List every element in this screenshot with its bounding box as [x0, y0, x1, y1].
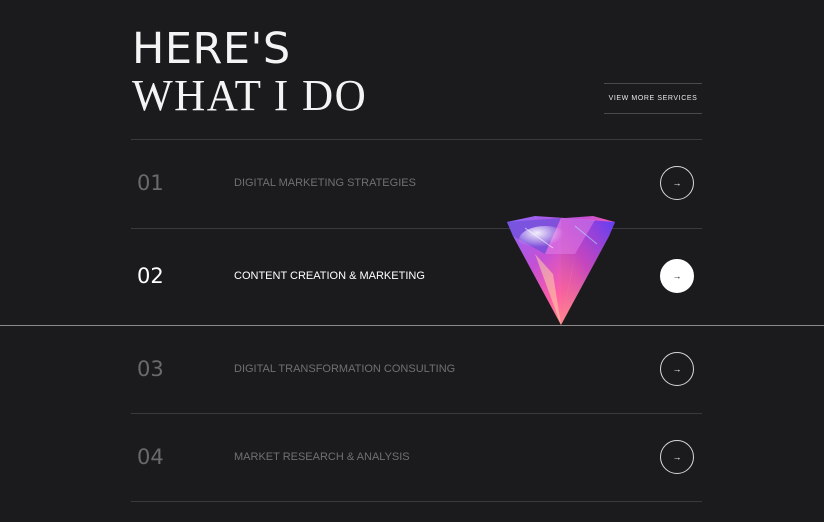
service-number: 02: [137, 264, 164, 288]
arrow-right-icon[interactable]: →: [660, 259, 694, 293]
service-label: MARKET RESEARCH & ANALYSIS: [234, 451, 410, 463]
divider: [131, 501, 702, 502]
service-label: DIGITAL MARKETING STRATEGIES: [234, 177, 416, 189]
service-row-3[interactable]: 03 DIGITAL TRANSFORMATION CONSULTING →: [131, 349, 702, 389]
divider: [131, 413, 702, 414]
section-heading: HERE'S WHAT I DO: [132, 26, 372, 120]
service-number: 04: [137, 445, 164, 469]
crystal-image: [507, 216, 615, 325]
arrow-right-icon[interactable]: →: [660, 440, 694, 474]
service-label: DIGITAL TRANSFORMATION CONSULTING: [234, 363, 456, 375]
service-row-4[interactable]: 04 MARKET RESEARCH & ANALYSIS →: [131, 437, 702, 477]
hover-line: [0, 325, 824, 326]
heading-line-1: HERE'S: [132, 24, 291, 74]
service-row-1[interactable]: 01 DIGITAL MARKETING STRATEGIES →: [131, 163, 702, 203]
divider: [131, 139, 702, 140]
service-number: 03: [137, 357, 164, 381]
arrow-right-icon[interactable]: →: [660, 166, 694, 200]
arrow-right-icon[interactable]: →: [660, 352, 694, 386]
service-label: CONTENT CREATION & MARKETING: [234, 270, 425, 282]
view-more-services-button[interactable]: VIEW MORE SERVICES: [604, 83, 702, 114]
service-number: 01: [137, 171, 164, 195]
heading-line-2: WHAT I DO: [132, 71, 368, 120]
